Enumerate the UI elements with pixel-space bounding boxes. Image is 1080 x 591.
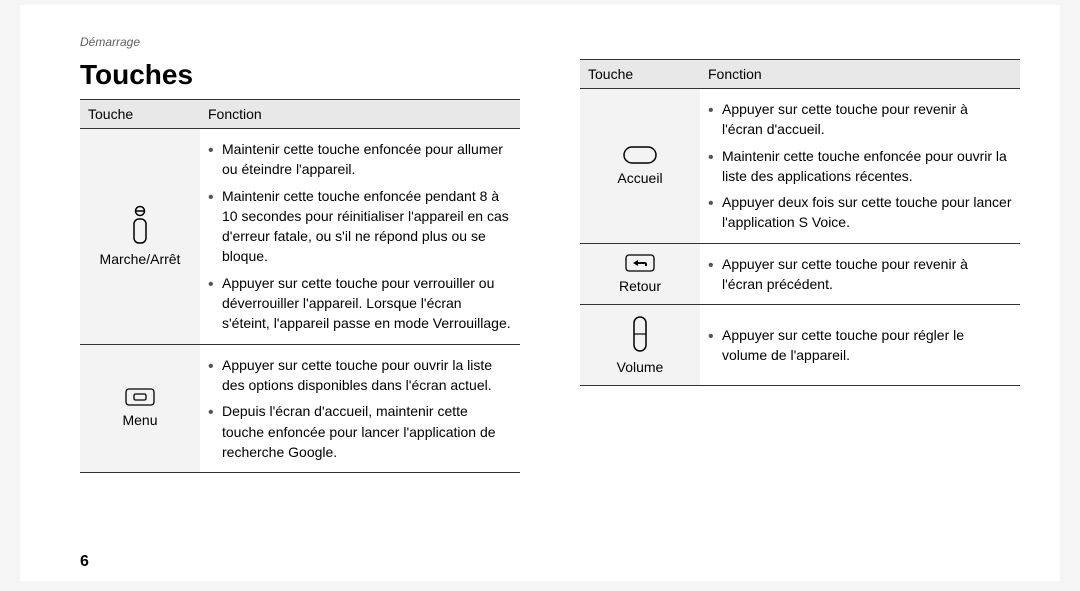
left-column: Touches Touche Fonction Ma bbox=[80, 59, 520, 473]
col-fonction: Fonction bbox=[700, 60, 1020, 89]
col-touche: Touche bbox=[80, 100, 200, 129]
left-table: Touche Fonction Marche/Arrêt bbox=[80, 99, 520, 473]
table-header-row: Touche Fonction bbox=[580, 60, 1020, 89]
key-label: Marche/Arrêt bbox=[100, 251, 181, 267]
fn-item: Maintenir cette touche enfoncée pendant … bbox=[208, 186, 512, 267]
power-icon bbox=[131, 205, 149, 245]
table-row: Marche/Arrêt Maintenir cette touche enfo… bbox=[80, 129, 520, 345]
page-number: 6 bbox=[80, 553, 89, 571]
page-title: Touches bbox=[80, 59, 520, 91]
right-table: Touche Fonction Accueil bbox=[580, 59, 1020, 386]
key-cell-volume: Volume bbox=[580, 305, 700, 386]
key-label: Accueil bbox=[617, 170, 662, 186]
col-touche: Touche bbox=[580, 60, 700, 89]
fn-cell: Appuyer sur cette touche pour régler le … bbox=[700, 305, 1020, 386]
volume-icon bbox=[632, 315, 648, 353]
fn-item: Appuyer deux fois sur cette touche pour … bbox=[708, 192, 1012, 233]
key-label: Menu bbox=[122, 412, 157, 428]
home-icon bbox=[623, 146, 657, 164]
table-row: Volume Appuyer sur cette touche pour rég… bbox=[580, 305, 1020, 386]
table-row: Retour Appuyer sur cette touche pour rev… bbox=[580, 243, 1020, 305]
back-icon bbox=[625, 254, 655, 272]
fn-item: Appuyer sur cette touche pour ouvrir la … bbox=[208, 355, 512, 396]
fn-cell: Appuyer sur cette touche pour revenir à … bbox=[700, 243, 1020, 305]
menu-icon bbox=[125, 388, 155, 406]
table-row: Accueil Appuyer sur cette touche pour re… bbox=[580, 89, 1020, 244]
page: Démarrage Touches Touche Fonction bbox=[20, 5, 1060, 581]
fn-item: Appuyer sur cette touche pour verrouille… bbox=[208, 273, 512, 334]
col-fonction: Fonction bbox=[200, 100, 520, 129]
fn-cell: Maintenir cette touche enfoncée pour all… bbox=[200, 129, 520, 345]
fn-item: Maintenir cette touche enfoncée pour all… bbox=[208, 139, 512, 180]
right-column: Touche Fonction Accueil bbox=[580, 59, 1020, 473]
fn-item: Appuyer sur cette touche pour revenir à … bbox=[708, 254, 1012, 295]
fn-item: Appuyer sur cette touche pour revenir à … bbox=[708, 99, 1012, 140]
fn-cell: Appuyer sur cette touche pour revenir à … bbox=[700, 89, 1020, 244]
key-cell-home: Accueil bbox=[580, 89, 700, 244]
key-label: Retour bbox=[619, 278, 661, 294]
section-header: Démarrage bbox=[80, 35, 1022, 49]
fn-item: Maintenir cette touche enfoncée pour ouv… bbox=[708, 146, 1012, 187]
key-cell-back: Retour bbox=[580, 243, 700, 305]
key-cell-power: Marche/Arrêt bbox=[80, 129, 200, 345]
fn-item: Depuis l'écran d'accueil, maintenir cett… bbox=[208, 401, 512, 462]
two-columns: Touches Touche Fonction Ma bbox=[80, 59, 1022, 473]
table-header-row: Touche Fonction bbox=[80, 100, 520, 129]
key-label: Volume bbox=[617, 359, 664, 375]
table-row: Menu Appuyer sur cette touche pour ouvri… bbox=[80, 344, 520, 472]
fn-cell: Appuyer sur cette touche pour ouvrir la … bbox=[200, 344, 520, 472]
fn-item: Appuyer sur cette touche pour régler le … bbox=[708, 325, 1012, 366]
key-cell-menu: Menu bbox=[80, 344, 200, 472]
